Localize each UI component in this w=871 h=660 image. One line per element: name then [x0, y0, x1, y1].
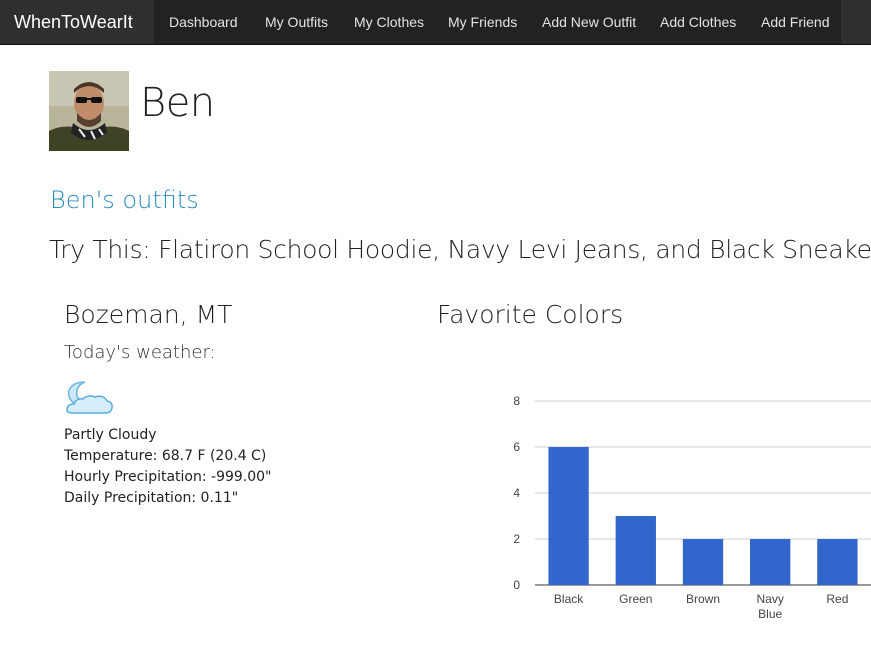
weather-condition: Partly Cloudy	[64, 427, 157, 443]
y-tick-label: 8	[513, 394, 520, 408]
bar[interactable]	[750, 539, 791, 585]
weather-hourly-precip: Hourly Precipitation: -999.00"	[64, 469, 272, 485]
x-tick-label: Brown	[686, 592, 720, 606]
x-tick-label: Red	[826, 592, 848, 606]
avatar	[49, 71, 129, 151]
top-navbar: WhenToWearIt Dashboard My Outfits My Clo…	[0, 0, 871, 45]
weather-label: Today's weather:	[64, 342, 216, 363]
nav-add-new-outfit[interactable]: Add New Outfit	[542, 0, 636, 44]
nav-my-clothes[interactable]: My Clothes	[354, 0, 424, 44]
y-tick-label: 2	[513, 532, 520, 546]
bar[interactable]	[817, 539, 858, 585]
outfits-link[interactable]: Ben's outfits	[50, 186, 199, 214]
weather-daily-precip: Daily Precipitation: 0.11"	[64, 490, 239, 506]
x-tick-label: Blue	[758, 607, 782, 621]
bar[interactable]	[548, 447, 589, 585]
nav-dashboard[interactable]: Dashboard	[169, 0, 238, 44]
nav-my-outfits[interactable]: My Outfits	[265, 0, 328, 44]
favorite-colors-chart: 0 2 4 6 8 Black Green Brown NavyBlue Red	[513, 394, 871, 621]
nav-add-clothes[interactable]: Add Clothes	[660, 0, 736, 44]
bar[interactable]	[682, 539, 724, 585]
profile-name: Ben	[140, 80, 215, 126]
weather-city: Bozeman, MT	[64, 300, 233, 329]
weather-temperature: Temperature: 68.7 F (20.4 C)	[64, 448, 267, 464]
x-tick-label: Navy	[757, 592, 784, 606]
weather-details: Partly Cloudy Temperature: 68.7 F (20.4 …	[64, 425, 272, 509]
brand-link[interactable]: WhenToWearIt	[0, 0, 154, 44]
y-tick-label: 0	[513, 578, 520, 592]
y-tick-label: 6	[513, 440, 520, 454]
x-tick-label: Black	[554, 592, 584, 606]
chart-title: Favorite Colors	[437, 300, 624, 329]
bar[interactable]	[615, 516, 656, 585]
y-tick-label: 4	[513, 486, 520, 500]
nav-my-friends[interactable]: My Friends	[448, 0, 517, 44]
partly-cloudy-night-icon	[63, 380, 115, 416]
outfit-suggestion: Try This: Flatiron School Hoodie, Navy L…	[49, 235, 871, 264]
navbar-edge	[841, 0, 871, 44]
nav-add-friend[interactable]: Add Friend	[761, 0, 829, 44]
x-tick-label: Green	[619, 592, 652, 606]
